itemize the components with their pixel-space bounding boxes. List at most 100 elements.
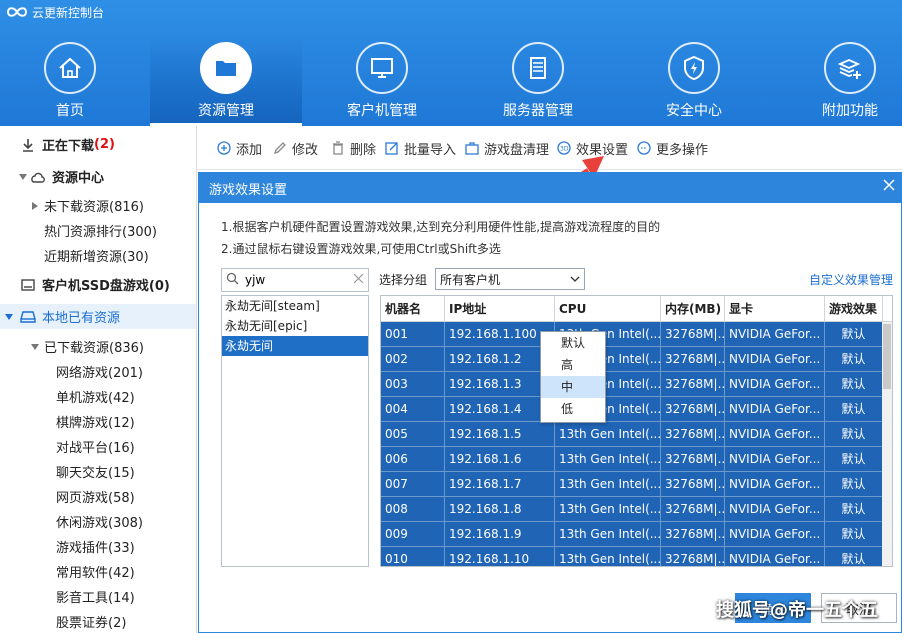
sidebar-category-item[interactable]: 股票证券(2) xyxy=(0,609,196,633)
nav-home[interactable]: 首页 xyxy=(0,36,146,126)
sidebar-category-item[interactable]: 游戏插件(33) xyxy=(0,534,196,559)
more-circle-icon xyxy=(637,141,651,155)
table-cell: 13th Gen Intel(... xyxy=(555,422,661,447)
column-header[interactable]: CPU xyxy=(555,296,661,322)
column-header[interactable]: 显卡 xyxy=(725,296,825,322)
sidebar-category-item[interactable]: 影音工具(14) xyxy=(0,584,196,609)
nav-resource-management[interactable]: 资源管理 xyxy=(150,36,302,126)
table-row[interactable]: 001 192.168.1.100 13th Gen Intel(... 32768M… xyxy=(381,322,883,347)
table-row[interactable]: 007 192.168.1.7 13th Gen Intel(... 32768M|.… xyxy=(381,472,883,497)
table-cell: NVIDIA GeFor... xyxy=(725,522,825,547)
nav-security-center[interactable]: 安全中心 xyxy=(618,36,770,126)
nav-extra-features[interactable]: 附加功能 xyxy=(774,36,902,126)
sidebar-item-recent-added[interactable]: 近期新增资源(30) xyxy=(0,243,196,268)
sidebar-item-label: 股票证券(2) xyxy=(56,616,127,631)
table-row[interactable]: 004 192.168.1.4 13th Gen Intel(... 32768M|.… xyxy=(381,397,883,422)
game-list-item-selected[interactable]: 永劫无间 xyxy=(222,336,368,356)
menu-item-medium[interactable]: 中 xyxy=(541,376,605,398)
close-icon[interactable] xyxy=(883,179,897,193)
sidebar-item-not-downloaded[interactable]: 未下载资源(816) xyxy=(0,193,196,218)
custom-effect-management-link[interactable]: 自定义效果管理 xyxy=(809,271,893,288)
3d-icon: 3D xyxy=(557,141,571,155)
sidebar-item-resource-center[interactable]: 资源中心 xyxy=(0,164,196,189)
sidebar-item-label: 网页游戏(58) xyxy=(56,491,135,506)
group-select[interactable]: 所有客户机 xyxy=(435,268,585,290)
table-cell: 009 xyxy=(381,522,445,547)
table-cell: 默认 xyxy=(825,422,883,447)
sidebar-item-downloaded[interactable]: 已下载资源(836) xyxy=(0,334,196,359)
sidebar-category-item[interactable]: 对战平台(16) xyxy=(0,434,196,459)
table-cell: 192.168.1.7 xyxy=(445,472,555,497)
batch-import-button[interactable]: 批量导入 xyxy=(385,139,456,158)
game-list-item[interactable]: 永劫无间[steam] xyxy=(222,296,368,316)
search-input[interactable] xyxy=(245,273,345,287)
table-scrollbar[interactable] xyxy=(882,322,892,566)
column-header[interactable]: 游戏效果 xyxy=(825,296,883,322)
column-header[interactable]: IP地址 xyxy=(445,296,555,322)
table-cell: 004 xyxy=(381,397,445,422)
add-button[interactable]: 添加 xyxy=(217,139,262,158)
column-header[interactable]: 内存(MB) xyxy=(661,296,725,322)
collapse-arrow-icon xyxy=(30,198,40,214)
nav-server-management[interactable]: 服务器管理 xyxy=(462,36,614,126)
plus-circle-icon xyxy=(217,141,231,155)
delete-button[interactable]: 删除 xyxy=(331,139,376,158)
table-cell: 32768M|... xyxy=(661,447,725,472)
more-actions-button[interactable]: 更多操作 xyxy=(637,139,708,158)
sidebar-item-label: 影音工具(14) xyxy=(56,591,135,606)
sidebar-item-ssd-games[interactable]: 客户机SSD盘游戏(0) xyxy=(0,272,196,297)
sidebar-category-item[interactable]: 休闲游戏(308) xyxy=(0,509,196,534)
sidebar-item-hot-rank[interactable]: 热门资源排行(300) xyxy=(0,218,196,243)
table-row[interactable]: 009 192.168.1.9 13th Gen Intel(... 32768M|.… xyxy=(381,522,883,547)
sidebar-category-item[interactable]: 网页游戏(58) xyxy=(0,484,196,509)
local-drive-icon xyxy=(20,309,36,325)
sidebar-item-label: 游戏插件(33) xyxy=(56,541,135,556)
sidebar-category-item[interactable]: 常用软件(42) xyxy=(0,559,196,584)
table-cell: 32768M|... xyxy=(661,422,725,447)
sidebar-item-local-resources[interactable]: 本地已有资源 xyxy=(0,304,196,329)
table-cell: 192.168.1.100 xyxy=(445,322,555,347)
edit-button[interactable]: 修改 xyxy=(273,139,319,158)
sidebar-category-item[interactable]: 网络游戏(201) xyxy=(0,359,196,384)
scrollbar-thumb[interactable] xyxy=(883,324,891,389)
group-select-label: 选择分组 xyxy=(379,273,428,287)
game-disk-clean-button[interactable]: 游戏盘清理 xyxy=(465,139,549,158)
hint-line-2: 2.通过鼠标右键设置游戏效果,可使用Ctrl或Shift多选 xyxy=(221,242,501,256)
clear-icon[interactable] xyxy=(353,273,364,287)
column-header[interactable]: 机器名 xyxy=(381,296,445,322)
table-cell: 13th Gen Intel(... xyxy=(555,472,661,497)
dialog-title-bar: 游戏效果设置 xyxy=(199,173,901,203)
table-row[interactable]: 006 192.168.1.6 13th Gen Intel(... 32768M|.… xyxy=(381,447,883,472)
table-row[interactable]: 005 192.168.1.5 13th Gen Intel(... 32768M|.… xyxy=(381,422,883,447)
watermark: 搜狐号@帝一五个五 xyxy=(716,600,878,621)
effect-settings-button[interactable]: 3D 效果设置 xyxy=(557,139,628,158)
toolbar: 添加 修改 删除 批量导入 游戏盘清理 3D 效果设置 更多操作 xyxy=(197,126,902,170)
menu-item-default[interactable]: 默认 xyxy=(541,332,605,354)
table-header: 机器名 IP地址 CPU 内存(MB) 显卡 游戏效果 xyxy=(381,296,892,322)
sidebar-item-downloading[interactable]: 正在下载 (2) xyxy=(0,132,196,157)
table-row[interactable]: 008 192.168.1.8 13th Gen Intel(... 32768M|.… xyxy=(381,497,883,522)
menu-item-high[interactable]: 高 xyxy=(541,354,605,376)
sidebar-item-label: 对战平台(16) xyxy=(56,441,135,456)
table-cell: 32768M|... xyxy=(661,372,725,397)
table-cell: 默认 xyxy=(825,322,883,347)
table-cell: 192.168.1.4 xyxy=(445,397,555,422)
svg-text:3D: 3D xyxy=(560,146,569,153)
sidebar-category-item[interactable]: 棋牌游戏(12) xyxy=(0,409,196,434)
nav-label: 附加功能 xyxy=(822,103,878,119)
table-row[interactable]: 002 192.168.1.2 13th Gen Intel(... 32768M|.… xyxy=(381,347,883,372)
table-row[interactable]: 003 192.168.1.3 13th Gen Intel(... 32768M|.… xyxy=(381,372,883,397)
sidebar-category-item[interactable]: 单机游戏(42) xyxy=(0,384,196,409)
edit-button-label: 修改 xyxy=(292,142,319,158)
table-cell: 默认 xyxy=(825,497,883,522)
chevron-down-icon xyxy=(570,273,580,287)
sidebar-item-label: 聊天交友(15) xyxy=(56,466,135,481)
sidebar-category-item[interactable]: 聊天交友(15) xyxy=(0,459,196,484)
menu-item-low[interactable]: 低 xyxy=(541,398,605,420)
game-list-item[interactable]: 永劫无间[epic] xyxy=(222,316,368,336)
nav-client-management[interactable]: 客户机管理 xyxy=(306,36,458,126)
table-cell: 32768M|... xyxy=(661,472,725,497)
table-row[interactable]: 010 192.168.1.10 13th Gen Intel(... 32768M|… xyxy=(381,547,883,566)
table-cell: 007 xyxy=(381,472,445,497)
table-cell: NVIDIA GeFor... xyxy=(725,422,825,447)
